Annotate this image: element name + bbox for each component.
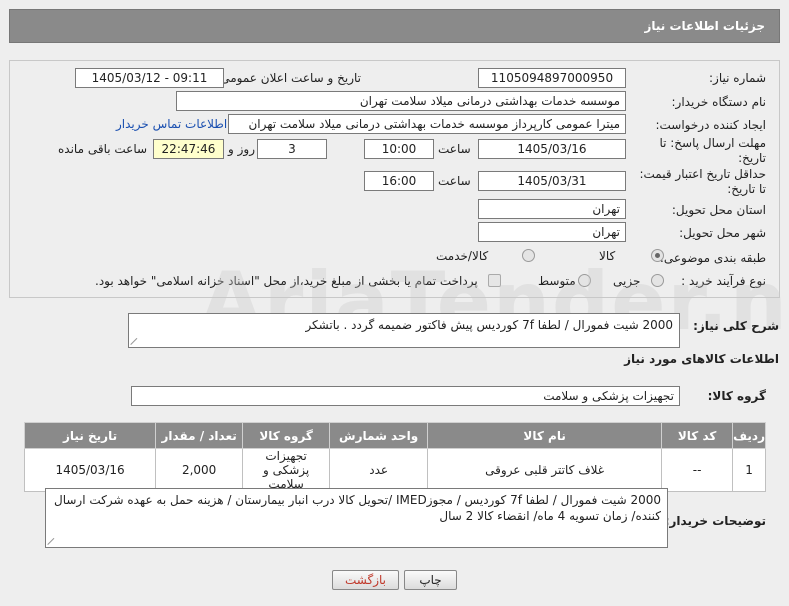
buyer-contact-link[interactable]: اطلاعات تماس خریدار [116, 117, 227, 131]
col-qty: تعداد / مقدار [155, 422, 244, 449]
need-number-field: 1105094897000950 [478, 68, 626, 88]
summary-label: شرح کلی نیاز: [693, 319, 779, 333]
print-button[interactable]: چاپ [404, 570, 457, 590]
deadline-label: مهلت ارسال پاسخ: تا تاریخ: [659, 136, 766, 165]
province-label: استان محل تحویل: [671, 203, 766, 217]
purchase-radio-minor[interactable] [651, 274, 664, 287]
buyer-org-field: موسسه خدمات بهداشتی درمانی میلاد سلامت ت… [176, 91, 626, 111]
purchase-option-minor: جزیی [613, 274, 641, 288]
cell-qty: 2,000 [155, 448, 244, 492]
cell-unit: عدد [329, 448, 429, 492]
cell-name: غلاف کاتتر قلبی عروقی [427, 448, 663, 492]
goods-group-field: تجهیزات پزشکی و سلامت [131, 386, 680, 406]
category-radio-goods-service[interactable] [522, 249, 535, 262]
col-code: کد کالا [661, 422, 734, 449]
table-header-row: ردیف کد کالا نام کالا واحد شمارش گروه کا… [23, 422, 766, 449]
province-field: تهران [478, 199, 626, 219]
resize-grip-icon[interactable] [48, 536, 57, 545]
requester-label: ایجاد کننده درخواست: [655, 118, 766, 132]
need-number-label: شماره نیاز: [709, 71, 766, 85]
validity-time-field: 16:00 [364, 171, 434, 191]
remaining-label: ساعت باقی مانده [58, 142, 148, 156]
treasury-checkbox[interactable] [488, 274, 501, 287]
deadline-time-label: ساعت [438, 142, 471, 156]
city-field: تهران [478, 222, 626, 242]
table-row[interactable]: 1 -- غلاف کاتتر قلبی عروقی عدد تجهیزات پ… [23, 448, 766, 492]
back-button[interactable]: بازگشت [332, 570, 399, 590]
validity-date-field: 1405/03/31 [478, 171, 626, 191]
buyer-notes-text: 2000 شیت فمورال / لطفا 7f کوردیس / مجوزI… [53, 493, 661, 523]
treasury-note: پرداخت تمام یا بخشی از مبلغ خرید،از محل … [95, 274, 478, 288]
cell-row: 1 [732, 448, 766, 492]
goods-table: ردیف کد کالا نام کالا واحد شمارش گروه کا… [23, 422, 766, 492]
cell-date: 1405/03/16 [23, 448, 157, 492]
validity-time-label: ساعت [438, 174, 471, 188]
col-date: تاریخ نیاز [23, 422, 157, 449]
category-option-goods: کالا [599, 249, 616, 263]
resize-grip-icon[interactable] [131, 336, 140, 345]
purchase-radio-medium[interactable] [578, 274, 591, 287]
cell-group: تجهیزات پزشکی و سلامت [242, 448, 331, 492]
col-row: ردیف [732, 422, 766, 449]
summary-text: 2000 شیت فمورال / لطفا 7f کوردیس پیش فاک… [305, 318, 673, 332]
buyer-notes-label: توضیحات خریدار: [664, 514, 766, 528]
col-name: نام کالا [427, 422, 663, 449]
buyer-org-label: نام دستگاه خریدار: [671, 95, 767, 109]
deadline-date-field: 1405/03/16 [478, 139, 626, 159]
page-title: جزئیات اطلاعات نیاز [644, 19, 765, 33]
col-unit: واحد شمارش [329, 422, 429, 449]
page-header: جزئیات اطلاعات نیاز [9, 9, 780, 43]
col-group: گروه کالا [242, 422, 331, 449]
announce-label: تاریخ و ساعت اعلان عمومی: [216, 71, 361, 85]
category-radio-goods[interactable] [651, 249, 664, 262]
category-option-goods-service: کالا/خدمت [436, 249, 489, 263]
city-label: شهر محل تحویل: [679, 226, 766, 240]
validity-label: حداقل تاریخ اعتبار قیمت: تا تاریخ: [639, 167, 766, 196]
purchase-type-label: نوع فرآیند خرید : [681, 274, 766, 288]
days-field: 3 [257, 139, 327, 159]
days-label: روز و [228, 142, 255, 156]
cell-code: -- [661, 448, 734, 492]
remaining-time-field: 22:47:46 [153, 139, 224, 159]
category-label: طبقه بندی موضوعی: [659, 251, 766, 265]
summary-textarea[interactable]: 2000 شیت فمورال / لطفا 7f کوردیس پیش فاک… [128, 313, 680, 348]
purchase-option-medium: متوسط [538, 274, 576, 288]
deadline-time-field: 10:00 [364, 139, 434, 159]
requester-field: میترا عمومی کارپرداز موسسه خدمات بهداشتی… [228, 114, 626, 134]
goods-section-title: اطلاعات کالاهای مورد نیاز [624, 352, 779, 366]
goods-group-label: گروه کالا: [707, 389, 766, 403]
announce-field: 1405/03/12 - 09:11 [75, 68, 224, 88]
buyer-notes-textarea[interactable]: 2000 شیت فمورال / لطفا 7f کوردیس / مجوزI… [45, 488, 668, 548]
